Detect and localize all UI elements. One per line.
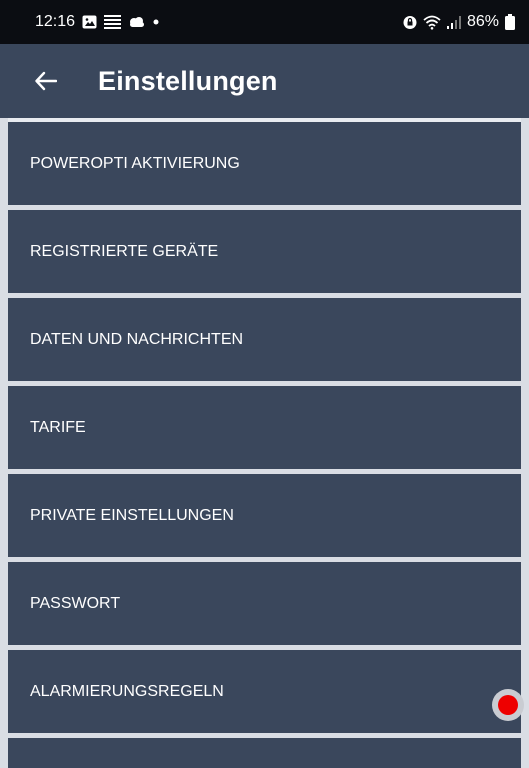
touch-indicator-dot (498, 695, 518, 715)
app-bar: Einstellungen (0, 44, 529, 118)
wifi-icon (423, 15, 441, 30)
status-time: 12:16 (35, 13, 76, 30)
menu-item-passwort[interactable]: PASSWORT (8, 562, 521, 645)
battery-percent: 86% (466, 13, 499, 30)
notes-icon (104, 14, 122, 30)
menu-item-label: REGISTRIERTE GERÄTE (30, 242, 219, 260)
battery-icon (505, 14, 515, 30)
back-button[interactable] (32, 67, 60, 95)
menu-item-registrierte-geraete[interactable]: REGISTRIERTE GERÄTE (8, 210, 521, 293)
touch-indicator (492, 689, 524, 721)
menu-item-poweropti-aktivierung[interactable]: POWEROPTI AKTIVIERUNG (8, 122, 521, 205)
status-right-group: 86% (403, 13, 515, 31)
cloud-icon (128, 16, 145, 28)
arrow-left-icon (35, 71, 57, 91)
signal-icon (446, 15, 461, 29)
menu-item-partial[interactable] (8, 738, 521, 768)
dot-icon (152, 18, 160, 26)
menu-item-label: POWEROPTI AKTIVIERUNG (30, 154, 240, 172)
shield-lock-icon (403, 15, 417, 30)
settings-menu: POWEROPTI AKTIVIERUNG REGISTRIERTE GERÄT… (8, 122, 521, 768)
menu-item-label: PASSWORT (30, 594, 121, 612)
menu-item-tarife[interactable]: TARIFE (8, 386, 521, 469)
menu-item-private-einstellungen[interactable]: PRIVATE EINSTELLUNGEN (8, 474, 521, 557)
status-left-group: 12:16 (35, 13, 160, 31)
menu-item-alarmierungsregeln[interactable]: ALARMIERUNGSREGELN (8, 650, 521, 733)
menu-item-label: ALARMIERUNGSREGELN (30, 682, 224, 700)
menu-item-label: TARIFE (30, 418, 86, 436)
status-bar: 12:16 86% (0, 0, 529, 44)
menu-item-label: DATEN UND NACHRICHTEN (30, 330, 244, 348)
page-title: Einstellungen (98, 65, 278, 96)
menu-item-label: PRIVATE EINSTELLUNGEN (30, 506, 234, 524)
gallery-icon (82, 15, 97, 29)
menu-item-daten-und-nachrichten[interactable]: DATEN UND NACHRICHTEN (8, 298, 521, 381)
